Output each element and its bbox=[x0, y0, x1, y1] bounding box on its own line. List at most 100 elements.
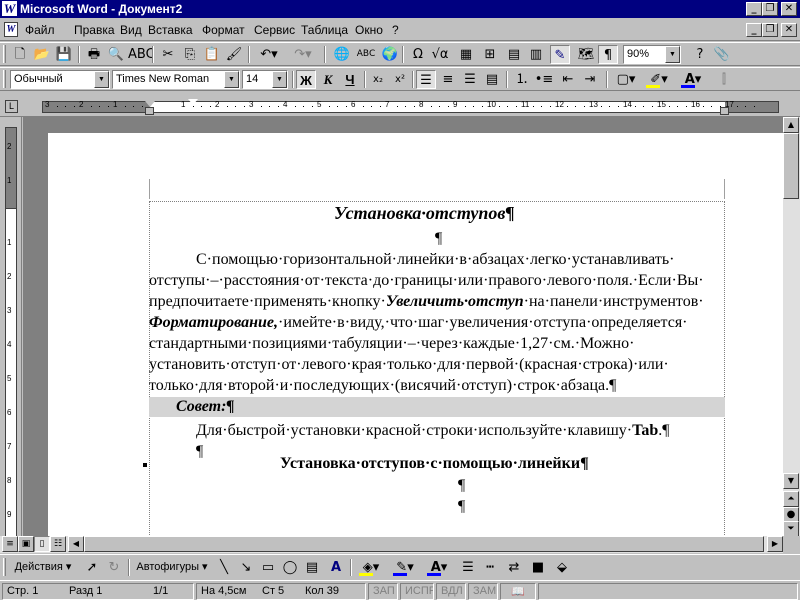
open-folder-icon[interactable]: 📂 bbox=[32, 45, 52, 64]
menu-view[interactable]: Вид bbox=[120, 23, 142, 37]
scroll-up-icon[interactable]: ▲ bbox=[783, 117, 799, 133]
doc-heading-2[interactable]: Установка·отступов·с·помощью·линейки¶ bbox=[280, 453, 589, 474]
free-rotate-icon[interactable]: ↻ bbox=[104, 558, 124, 577]
web-toolbar-icon[interactable]: ABC bbox=[356, 45, 376, 64]
previous-page-icon[interactable]: ⏶ bbox=[783, 491, 799, 507]
hyperlink-icon[interactable]: 🌐 bbox=[332, 45, 352, 64]
chevron-down-icon[interactable]: ▼ bbox=[665, 46, 680, 63]
align-center-icon[interactable]: ≡ bbox=[438, 70, 458, 89]
italic-button[interactable]: К bbox=[318, 70, 338, 89]
tables-borders-icon[interactable]: ▦ bbox=[456, 45, 476, 64]
drawing-font-color-icon[interactable]: A ▾ bbox=[424, 558, 454, 577]
normal-view-icon[interactable]: ≡ bbox=[2, 536, 18, 552]
line-color-icon[interactable]: ✎ ▾ bbox=[390, 558, 420, 577]
actions-menu-button[interactable]: Действия ▾ bbox=[10, 558, 76, 577]
wordart-icon[interactable]: A bbox=[326, 558, 346, 577]
help-icon[interactable]: ? bbox=[690, 45, 710, 64]
document-area[interactable]: Установка·отступов¶ ¶ С·помощью·горизонт… bbox=[23, 117, 783, 537]
menu-edit[interactable]: Правка bbox=[74, 23, 115, 37]
print-icon[interactable]: 🖶 bbox=[84, 45, 104, 64]
toolbar-grip[interactable] bbox=[3, 558, 6, 576]
chevron-down-icon[interactable]: ▼ bbox=[94, 71, 109, 88]
paste-icon[interactable]: 📋 bbox=[202, 45, 222, 64]
page-view-icon[interactable]: ▯ bbox=[34, 536, 50, 552]
tip-text[interactable]: Для·быстрой·установки·красной·строки·исп… bbox=[196, 420, 669, 441]
borders-icon[interactable]: ▢▾ bbox=[612, 70, 640, 89]
chevron-down-icon[interactable]: ▼ bbox=[272, 71, 287, 88]
subscript-icon[interactable]: x₂ bbox=[368, 70, 388, 89]
style-select[interactable]: Обычный ▼ bbox=[10, 70, 110, 89]
empty-paragraph[interactable]: ¶ bbox=[458, 496, 465, 517]
font-size-select[interactable]: 14 ▼ bbox=[242, 70, 288, 89]
doc-minimize-button[interactable]: _ bbox=[746, 23, 762, 37]
scroll-left-icon[interactable]: ◀ bbox=[68, 536, 84, 552]
equation-icon[interactable]: √α bbox=[430, 45, 450, 64]
menu-help[interactable]: ? bbox=[392, 23, 399, 37]
spelling-status-icon[interactable]: 📖 bbox=[500, 583, 536, 600]
left-indent-marker[interactable] bbox=[145, 107, 154, 115]
font-color-icon[interactable]: A ▾ bbox=[678, 70, 708, 89]
maximize-button[interactable]: ❐ bbox=[762, 2, 778, 16]
horizontal-ruler[interactable]: L 3 2 1 1 2 3 4 5 6 7 8 9 10 11 12 13 14 15 16 17 bbox=[0, 97, 800, 117]
format-painter-icon[interactable]: 🖌 bbox=[224, 45, 244, 64]
highlight-icon[interactable]: ✐ ▾ bbox=[644, 70, 674, 89]
justify-icon[interactable]: ▤ bbox=[482, 70, 502, 89]
line-style-icon[interactable]: ☰ bbox=[458, 558, 478, 577]
bullets-icon[interactable]: •≡ bbox=[534, 70, 554, 89]
doc-restore-button[interactable]: ❐ bbox=[762, 23, 778, 37]
font-select[interactable]: Times New Roman ▼ bbox=[112, 70, 240, 89]
vertical-scrollbar[interactable]: ▲ ▼ ⏶ ● ⏷ bbox=[783, 117, 800, 537]
decrease-indent-icon[interactable]: ⇤ bbox=[558, 70, 578, 89]
scroll-down-icon[interactable]: ▼ bbox=[783, 473, 799, 489]
scroll-right-icon[interactable]: ▶ bbox=[767, 536, 783, 552]
menu-tools[interactable]: Сервис bbox=[254, 23, 295, 37]
document-icon[interactable]: W bbox=[4, 22, 18, 37]
hanging-indent-marker[interactable] bbox=[188, 99, 198, 105]
symbol-omega-icon[interactable]: Ω bbox=[408, 45, 428, 64]
web-view-icon[interactable]: ▣ bbox=[18, 536, 34, 552]
oval-icon[interactable]: ◯ bbox=[280, 558, 300, 577]
menu-format[interactable]: Формат bbox=[202, 23, 245, 37]
show-formatting-icon[interactable]: ¶ bbox=[598, 45, 618, 64]
horizontal-scrollbar[interactable]: ≡ ▣ ▯ ☷ ◀ ▶ bbox=[0, 536, 783, 553]
empty-paragraph[interactable]: ¶ bbox=[196, 441, 203, 462]
drawing-icon[interactable]: ✎ bbox=[550, 45, 570, 64]
line-icon[interactable]: ╲ bbox=[214, 558, 234, 577]
toolbar-grip[interactable] bbox=[3, 70, 6, 88]
status-ovr[interactable]: ЗАМ bbox=[468, 583, 498, 600]
select-objects-icon[interactable]: ➚ bbox=[82, 558, 102, 577]
cut-icon[interactable]: ✂ bbox=[158, 45, 178, 64]
close-button[interactable]: ✕ bbox=[781, 2, 797, 16]
save-icon[interactable]: 💾 bbox=[54, 45, 74, 64]
insert-excel-icon[interactable]: ▤ bbox=[504, 45, 524, 64]
menu-table[interactable]: Таблица bbox=[301, 23, 348, 37]
right-indent-marker[interactable] bbox=[720, 107, 729, 115]
asian-layout-icon[interactable]: ⫿ bbox=[714, 70, 734, 89]
tab-selector-icon[interactable]: L bbox=[5, 100, 18, 113]
bold-button[interactable]: Ж bbox=[296, 70, 316, 89]
web-icon[interactable]: 🌍 bbox=[380, 45, 400, 64]
menu-insert[interactable]: Вставка bbox=[148, 23, 193, 37]
print-preview-icon[interactable]: 🔍 bbox=[106, 45, 126, 64]
align-right-icon[interactable]: ☰ bbox=[460, 70, 480, 89]
insert-table-icon[interactable]: ⊞ bbox=[480, 45, 500, 64]
align-left-icon[interactable]: ☰ bbox=[416, 70, 436, 89]
numbering-icon[interactable]: ⒈ bbox=[512, 70, 532, 89]
text-box-icon[interactable]: ▤ bbox=[302, 558, 322, 577]
empty-paragraph[interactable]: ¶ bbox=[435, 228, 442, 249]
status-rec[interactable]: ЗАП bbox=[368, 583, 398, 600]
vertical-ruler[interactable]: 2 1 1 2 3 4 5 6 7 8 9 bbox=[0, 117, 22, 537]
menu-file[interactable]: Файл bbox=[25, 23, 55, 37]
body-line[interactable]: только·для·второй·и·последующих·(висячий… bbox=[149, 375, 616, 396]
new-document-icon[interactable]: 🗋 bbox=[10, 45, 30, 64]
scroll-thumb[interactable] bbox=[783, 133, 799, 199]
body-line[interactable]: С·помощью·горизонтальной·линейки·в·абзац… bbox=[196, 249, 674, 270]
copy-icon[interactable]: ⎘ bbox=[180, 45, 200, 64]
undo-icon[interactable]: ↶▾ bbox=[254, 45, 284, 64]
shadow-icon[interactable]: ■ bbox=[528, 558, 548, 577]
doc-close-button[interactable]: ✕ bbox=[781, 23, 797, 37]
chevron-down-icon[interactable]: ▼ bbox=[224, 71, 239, 88]
empty-paragraph[interactable]: ¶ bbox=[458, 475, 465, 496]
status-ext[interactable]: ВДЛ bbox=[436, 583, 466, 600]
office-assistant-icon[interactable]: 📎 bbox=[712, 45, 732, 64]
